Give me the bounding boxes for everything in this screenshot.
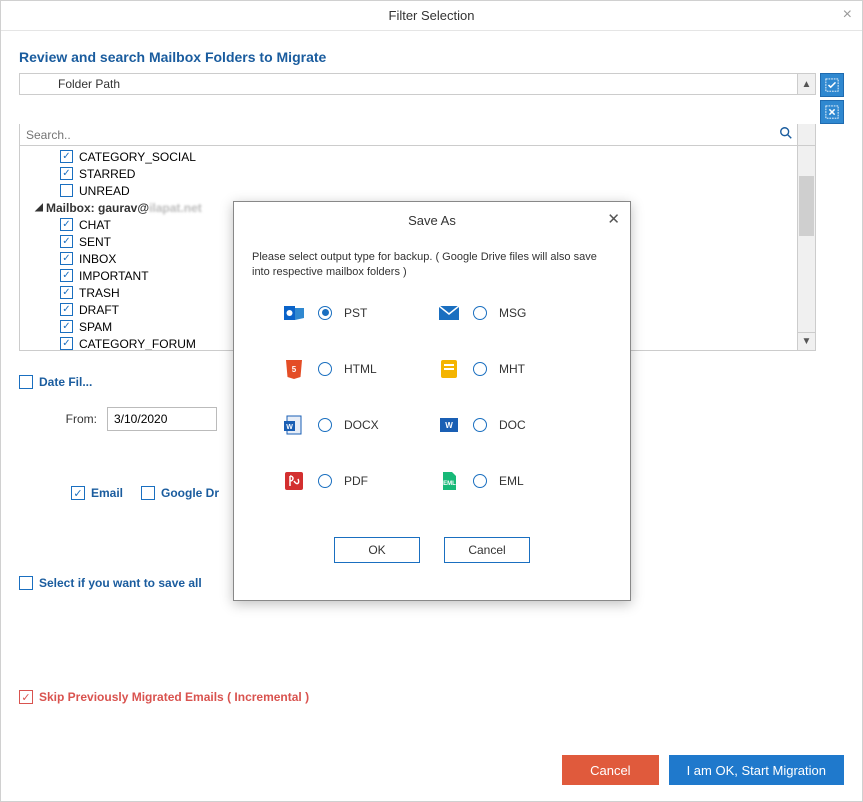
- select-all-button[interactable]: [820, 73, 844, 97]
- format-label: PDF: [344, 474, 368, 488]
- search-icon[interactable]: [775, 126, 797, 143]
- modal-close-icon[interactable]: ✕: [607, 210, 620, 228]
- mht-icon: [437, 357, 461, 381]
- email-option[interactable]: ✓ Email: [71, 486, 123, 500]
- radio-icon[interactable]: [473, 418, 487, 432]
- collapse-icon[interactable]: ◢: [32, 202, 46, 213]
- radio-icon[interactable]: [318, 306, 332, 320]
- gdrive-option[interactable]: ✓ Google Dr: [141, 486, 219, 500]
- close-icon[interactable]: ×: [843, 6, 852, 24]
- svg-text:EML: EML: [443, 481, 456, 487]
- checkbox-icon[interactable]: ✓: [60, 218, 73, 231]
- radio-icon[interactable]: [473, 362, 487, 376]
- checkbox-icon[interactable]: ✓: [60, 269, 73, 282]
- format-option-pst[interactable]: PST: [282, 301, 427, 325]
- save-as-dialog: Save As ✕ Please select output type for …: [233, 201, 631, 601]
- from-date-input[interactable]: 3/10/2020: [107, 407, 217, 431]
- modal-ok-button[interactable]: OK: [334, 537, 420, 563]
- date-filter-label: Date Fil...: [39, 375, 92, 389]
- checkbox-icon[interactable]: ✓: [60, 337, 73, 350]
- gdrive-label: Google Dr: [161, 486, 219, 500]
- format-option-doc[interactable]: W DOC: [437, 413, 582, 437]
- start-migration-button[interactable]: I am OK, Start Migration: [669, 755, 844, 785]
- format-label: HTML: [344, 362, 377, 376]
- format-option-pdf[interactable]: PDF: [282, 469, 427, 493]
- tree-item[interactable]: ✓STARRED: [20, 165, 797, 182]
- format-label: PST: [344, 306, 367, 320]
- radio-icon[interactable]: [473, 306, 487, 320]
- checkbox-icon[interactable]: ✓: [60, 184, 73, 197]
- modal-title: Save As: [408, 213, 456, 228]
- format-label: EML: [499, 474, 524, 488]
- gdrive-checkbox[interactable]: ✓: [141, 486, 155, 500]
- word-doc-icon: W: [437, 413, 461, 437]
- scroll-thumb[interactable]: [799, 176, 814, 236]
- save-all-label: Select if you want to save all: [39, 576, 202, 590]
- folder-path-label: Folder Path: [58, 77, 120, 91]
- format-option-mht[interactable]: MHT: [437, 357, 582, 381]
- deselect-all-button[interactable]: [820, 100, 844, 124]
- radio-icon[interactable]: [318, 418, 332, 432]
- skip-row: ✓ Skip Previously Migrated Emails ( Incr…: [19, 690, 844, 704]
- checkbox-icon[interactable]: ✓: [60, 303, 73, 316]
- scroll-spacer: [798, 124, 816, 146]
- radio-icon[interactable]: [318, 474, 332, 488]
- modal-message: Please select output type for backup. ( …: [252, 250, 612, 281]
- checkbox-icon[interactable]: ✓: [60, 150, 73, 163]
- modal-cancel-button[interactable]: Cancel: [444, 537, 530, 563]
- format-label: DOCX: [344, 418, 379, 432]
- pdf-icon: [282, 469, 306, 493]
- checkbox-icon[interactable]: ✓: [60, 167, 73, 180]
- email-label: Email: [91, 486, 123, 500]
- format-option-docx[interactable]: W DOCX: [282, 413, 427, 437]
- filter-selection-window: Filter Selection × Review and search Mai…: [0, 0, 863, 802]
- skip-checkbox[interactable]: ✓: [19, 690, 33, 704]
- format-option-msg[interactable]: MSG: [437, 301, 582, 325]
- envelope-icon: [437, 301, 461, 325]
- tree-scrollbar[interactable]: ▼: [798, 146, 816, 351]
- window-title: Filter Selection: [389, 8, 475, 23]
- eml-icon: EML: [437, 469, 461, 493]
- scroll-down-button[interactable]: ▼: [798, 332, 815, 350]
- tree-item[interactable]: ✓UNREAD: [20, 182, 797, 199]
- radio-icon[interactable]: [473, 474, 487, 488]
- scroll-up-button[interactable]: ▲: [798, 73, 816, 95]
- save-all-checkbox[interactable]: ✓: [19, 576, 33, 590]
- checkbox-icon[interactable]: ✓: [60, 320, 73, 333]
- tree-item[interactable]: ✓CATEGORY_SOCIAL: [20, 148, 797, 165]
- svg-text:5: 5: [292, 365, 297, 374]
- checkbox-icon[interactable]: ✓: [60, 286, 73, 299]
- format-option-eml[interactable]: EML EML: [437, 469, 582, 493]
- format-label: MSG: [499, 306, 526, 320]
- checkbox-icon[interactable]: ✓: [60, 235, 73, 248]
- html5-icon: 5: [282, 357, 306, 381]
- checkbox-icon[interactable]: ✓: [60, 252, 73, 265]
- folder-path-header[interactable]: Folder Path: [19, 73, 798, 95]
- svg-text:W: W: [286, 424, 293, 431]
- scroll-track[interactable]: [798, 146, 815, 332]
- skip-label: Skip Previously Migrated Emails ( Increm…: [39, 690, 309, 704]
- from-label: From:: [19, 412, 107, 426]
- svg-text:W: W: [445, 421, 453, 430]
- page-heading: Review and search Mailbox Folders to Mig…: [19, 49, 844, 65]
- search-input[interactable]: [20, 125, 775, 145]
- format-option-html[interactable]: 5 HTML: [282, 357, 427, 381]
- format-label: DOC: [499, 418, 526, 432]
- modal-titlebar: Save As ✕: [234, 202, 630, 238]
- radio-icon[interactable]: [318, 362, 332, 376]
- format-label: MHT: [499, 362, 525, 376]
- cancel-button[interactable]: Cancel: [562, 755, 658, 785]
- titlebar: Filter Selection ×: [1, 1, 862, 31]
- outlook-icon: [282, 301, 306, 325]
- date-filter-checkbox[interactable]: ✓: [19, 375, 33, 389]
- word-docx-icon: W: [282, 413, 306, 437]
- search-box: [19, 124, 798, 146]
- email-checkbox[interactable]: ✓: [71, 486, 85, 500]
